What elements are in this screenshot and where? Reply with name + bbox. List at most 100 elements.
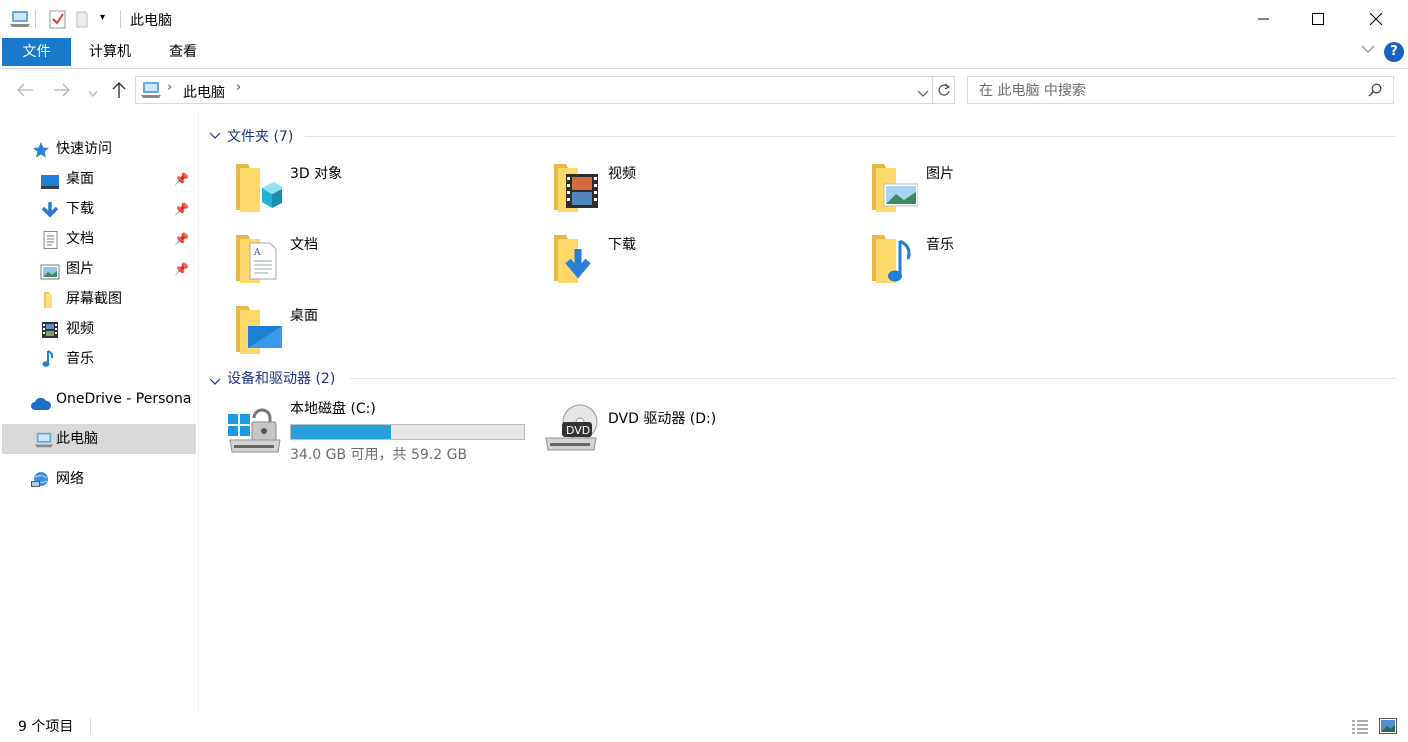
chevron-right-icon[interactable]: ›	[236, 80, 241, 95]
3d-objects-folder-icon	[234, 160, 284, 218]
sidebar-item-label: 此电脑	[56, 431, 98, 447]
folder-item-3d-objects[interactable]: 3D 对象	[234, 163, 534, 217]
documents-folder-icon: A	[234, 231, 282, 289]
tab-computer[interactable]: 计算机	[80, 38, 140, 66]
sidebar-item-label: 图片	[66, 261, 94, 277]
maximize-button[interactable]	[1295, 0, 1341, 38]
new-folder-icon[interactable]	[75, 10, 89, 32]
address-bar[interactable]: › 此电脑 ›	[135, 76, 933, 104]
close-button[interactable]	[1353, 0, 1399, 38]
separator	[90, 718, 91, 734]
local-disk-icon	[226, 398, 284, 460]
separator	[120, 10, 121, 28]
sidebar-item-label: 桌面	[66, 171, 94, 187]
customize-quick-access-icon[interactable]: ▾	[100, 12, 105, 23]
drive-label: 本地磁盘 (C:)	[290, 401, 376, 417]
sidebar-item-videos[interactable]: 视频	[40, 314, 195, 344]
this-pc-icon	[140, 81, 162, 103]
ribbon-tabs: 文件 计算机 查看 ?	[0, 38, 1408, 69]
sidebar-item-label: 音乐	[66, 351, 94, 367]
sidebar-item-screenshots[interactable]: 屏幕截图	[40, 284, 195, 314]
folder-label: 3D 对象	[290, 166, 343, 182]
sidebar-item-network[interactable]: 网络	[30, 464, 190, 494]
up-icon[interactable]	[111, 81, 127, 103]
drive-item-c[interactable]: 本地磁盘 (C:) 34.0 GB 可用，共 59.2 GB	[228, 398, 534, 463]
dvd-drive-icon: DVD	[544, 402, 602, 460]
tab-file[interactable]: 文件	[2, 38, 71, 66]
title-bar: ▾ 此电脑	[0, 0, 1408, 38]
folder-label: 图片	[926, 166, 954, 182]
minimize-icon	[1258, 18, 1269, 20]
sidebar-item-label: 视频	[66, 321, 94, 337]
pictures-folder-icon	[870, 160, 919, 218]
sidebar-item-onedrive[interactable]: OneDrive - Persona	[30, 384, 198, 414]
cloud-icon	[30, 392, 52, 414]
breadcrumb-this-pc[interactable]: 此电脑	[183, 82, 225, 102]
svg-text:A: A	[253, 248, 261, 258]
minimize-button[interactable]	[1241, 0, 1287, 38]
folder-item-documents[interactable]: A 文档	[234, 234, 534, 288]
disk-usage-bar	[290, 424, 525, 440]
desktop-folder-icon	[234, 302, 282, 360]
folder-item-desktop[interactable]: 桌面	[234, 305, 534, 359]
collapse-group-icon[interactable]	[209, 374, 221, 390]
sidebar-item-quick-access[interactable]: 快速访问	[32, 134, 192, 164]
refresh-button[interactable]	[933, 76, 955, 104]
this-pc-icon[interactable]	[9, 10, 31, 32]
sidebar-item-downloads[interactable]: 下载 📌	[40, 194, 195, 224]
collapse-group-icon[interactable]	[209, 128, 221, 144]
pin-icon[interactable]: 📌	[174, 164, 189, 194]
tab-view[interactable]: 查看	[160, 38, 206, 66]
sidebar-item-documents[interactable]: 文档 📌	[40, 224, 195, 254]
disk-usage-fill	[291, 425, 392, 439]
separator	[35, 10, 36, 28]
folder-item-pictures[interactable]: 图片	[870, 163, 1170, 217]
properties-icon[interactable]	[49, 9, 67, 33]
folder-label: 视频	[608, 166, 636, 182]
forward-icon[interactable]	[53, 82, 71, 102]
group-header-folders[interactable]: 文件夹 (7)	[227, 126, 293, 146]
folder-label: 桌面	[290, 308, 318, 324]
group-divider	[350, 378, 1396, 379]
folder-label: 文档	[290, 237, 318, 253]
sidebar-item-label: 屏幕截图	[66, 291, 122, 307]
folder-label: 下载	[608, 237, 636, 253]
folder-label: 音乐	[926, 237, 954, 253]
folder-item-videos[interactable]: 视频	[552, 163, 852, 217]
sidebar-item-music[interactable]: 音乐	[40, 344, 195, 374]
disk-free-text: 34.0 GB 可用，共 59.2 GB	[290, 447, 468, 463]
sidebar-item-this-pc[interactable]: 此电脑	[2, 424, 196, 454]
back-icon[interactable]	[16, 82, 34, 102]
sidebar-item-label: 网络	[56, 471, 84, 487]
search-box[interactable]	[967, 76, 1394, 104]
window-title: 此电脑	[130, 13, 172, 29]
sidebar-item-label: 快速访问	[56, 141, 112, 157]
sidebar-item-label: OneDrive - Persona	[56, 391, 192, 407]
help-icon[interactable]: ?	[1384, 42, 1404, 62]
drive-item-d[interactable]: DVD DVD 驱动器 (D:)	[545, 398, 852, 462]
folder-item-music[interactable]: 音乐	[870, 234, 1170, 288]
downloads-folder-icon	[552, 231, 600, 289]
sidebar-item-label: 文档	[66, 231, 94, 247]
search-input[interactable]	[977, 81, 1361, 101]
details-view-icon[interactable]	[1351, 718, 1369, 738]
folder-item-downloads[interactable]: 下载	[552, 234, 852, 288]
sidebar-item-pictures[interactable]: 图片 📌	[40, 254, 195, 284]
group-divider	[305, 136, 1396, 137]
pin-icon[interactable]: 📌	[174, 194, 189, 224]
address-history-icon[interactable]	[917, 86, 929, 102]
search-icon[interactable]	[1368, 83, 1382, 101]
pin-icon[interactable]: 📌	[174, 254, 189, 284]
large-icons-view-icon[interactable]	[1379, 718, 1397, 738]
navigation-pane: 快速访问 桌面 📌 下载 📌 文档 📌 图片 📌 屏幕截图 视频 音乐 OneD…	[0, 113, 199, 713]
drive-label: DVD 驱动器 (D:)	[608, 411, 717, 427]
group-header-drives[interactable]: 设备和驱动器 (2)	[227, 368, 335, 388]
sidebar-item-desktop[interactable]: 桌面 📌	[40, 164, 195, 194]
sidebar-item-label: 下载	[66, 201, 94, 217]
videos-folder-icon	[552, 160, 600, 218]
chevron-right-icon[interactable]: ›	[167, 80, 172, 95]
expand-ribbon-icon[interactable]	[1361, 42, 1375, 58]
pin-icon[interactable]: 📌	[174, 224, 189, 254]
status-item-count: 9 个项目	[18, 719, 74, 735]
recent-locations-icon[interactable]	[88, 86, 98, 102]
